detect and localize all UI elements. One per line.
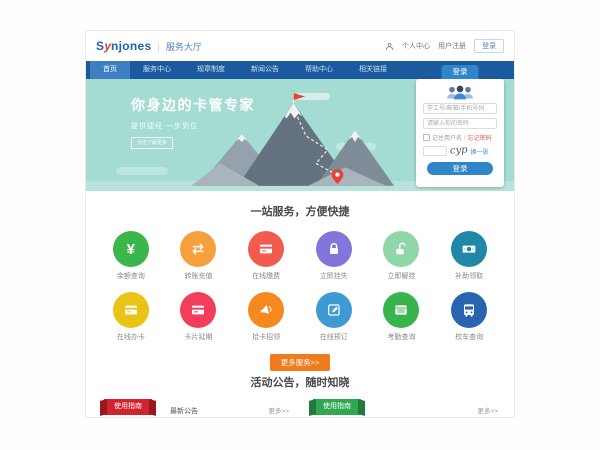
login-panel: 登录 记住用户名 | 忘记密码 cyp 换一张 登录: [416, 79, 504, 187]
service-cancel-loss[interactable]: 立即解挂: [368, 231, 436, 281]
users-icon: [423, 84, 497, 100]
announcement-panels: 使用指南 最新公告 更多>> 使用指南 更多>>: [86, 404, 514, 418]
banknote-icon: [461, 241, 477, 257]
logo-text-rest: njones: [111, 39, 151, 53]
captcha-refresh-link[interactable]: 换一张: [471, 147, 489, 156]
service-transfer-recharge[interactable]: 转账充值: [165, 231, 233, 281]
logo[interactable]: Synjones | 服务大厅: [96, 39, 202, 53]
service-report-loss[interactable]: 立即挂失: [300, 231, 368, 281]
hero-cta-button[interactable]: 点击了解更多: [131, 137, 173, 149]
nav-item-home[interactable]: 首页: [90, 61, 130, 79]
service-balance-inquiry[interactable]: ¥ 余额查询: [97, 231, 165, 281]
service-online-payment[interactable]: 在线缴费: [232, 231, 300, 281]
nav-item-news[interactable]: 新闻公告: [238, 61, 292, 79]
hero-text-block: 你身边的卡管专家 提供捷径 一步到位 点击了解更多: [131, 95, 255, 149]
captcha-input[interactable]: [423, 146, 447, 156]
remember-label: 记住用户名: [432, 133, 462, 142]
site-name: 服务大厅: [166, 40, 202, 53]
announcements-section: 活动公告，随时知晓 使用指南 最新公告 更多>> 使用指南 更多>>: [86, 366, 514, 418]
service-school-bus-inquiry[interactable]: 校车查询: [435, 292, 503, 342]
bank-card-icon: [123, 302, 139, 318]
guide-ribbon-tab[interactable]: 使用指南: [104, 399, 152, 415]
more-link-right[interactable]: 更多>>: [477, 404, 498, 418]
login-tab[interactable]: 登录: [442, 65, 479, 79]
captcha-image[interactable]: cyp: [450, 145, 468, 156]
service-subsidy-collect[interactable]: 补助领取: [435, 231, 503, 281]
service-card-extension[interactable]: 卡片延期: [165, 292, 233, 342]
yen-icon: ¥: [127, 241, 135, 258]
schedule-icon: [393, 302, 409, 318]
announcement-panel-left: 使用指南 最新公告 更多>>: [98, 404, 293, 418]
portal-page: Synjones | 服务大厅 个人中心 用户注册 登录 首页 服务中心 规章制…: [85, 30, 515, 418]
announcement-panel-right: 使用指南 更多>>: [307, 404, 502, 418]
service-attendance-inquiry[interactable]: 考勤查询: [368, 292, 436, 342]
personal-center-link[interactable]: 个人中心: [402, 41, 430, 51]
nav-item-help[interactable]: 帮助中心: [292, 61, 346, 79]
remember-row: 记住用户名 | 忘记密码: [423, 133, 497, 142]
logo-accent: y: [104, 39, 111, 53]
cloud-shape: [116, 167, 168, 175]
service-online-card-apply[interactable]: 在线办卡: [97, 292, 165, 342]
transfer-icon: [190, 241, 206, 257]
services-grid: ¥ 余额查询 转账充值 在线缴费: [97, 231, 503, 342]
bank-card-icon: [190, 302, 206, 318]
lock-icon: [326, 241, 342, 257]
remember-checkbox[interactable]: [423, 134, 430, 141]
announcements-title: 活动公告，随时知晓: [86, 374, 514, 390]
nav-item-rules[interactable]: 规章制度: [184, 61, 238, 79]
register-link[interactable]: 用户注册: [438, 41, 466, 51]
password-input[interactable]: [423, 118, 497, 129]
forgot-password-link[interactable]: 忘记密码: [468, 133, 492, 142]
hero-subtitle: 提供捷径 一步到位: [131, 121, 255, 131]
bank-card-icon: [258, 241, 274, 257]
services-title: 一站服务，方便快捷: [86, 203, 514, 219]
hero-banner: 你身边的卡管专家 提供捷径 一步到位 点击了解更多: [86, 79, 514, 191]
login-submit-button[interactable]: 登录: [427, 162, 493, 175]
captcha-row: cyp 换一张: [423, 146, 497, 156]
more-services-button[interactable]: 更多服务>>: [270, 354, 331, 371]
account-input[interactable]: [423, 103, 497, 114]
edit-icon: [326, 302, 342, 318]
hero-title: 你身边的卡管专家: [131, 95, 255, 115]
services-section: 一站服务，方便快捷 ¥ 余额查询 转账充值: [86, 191, 514, 366]
header-login-button[interactable]: 登录: [474, 39, 504, 53]
more-link-left[interactable]: 更多>>: [268, 404, 289, 418]
top-bar: Synjones | 服务大厅 个人中心 用户注册 登录: [86, 31, 514, 61]
service-online-booking[interactable]: 在线预订: [300, 292, 368, 342]
logo-divider: |: [157, 42, 159, 52]
nav-item-links[interactable]: 相关链接: [346, 61, 400, 79]
guide-ribbon-tab[interactable]: 使用指南: [313, 399, 361, 415]
person-icon: [385, 42, 394, 51]
separator: |: [464, 135, 466, 141]
bus-icon: [461, 302, 477, 318]
megaphone-icon: [258, 302, 274, 318]
service-found-card-claim[interactable]: 拾卡招领: [232, 292, 300, 342]
latest-announcements-tab[interactable]: 最新公告: [170, 404, 198, 418]
unlock-icon: [393, 241, 409, 257]
top-right-links: 个人中心 用户注册 登录: [385, 39, 504, 53]
nav-item-service-center[interactable]: 服务中心: [130, 61, 184, 79]
